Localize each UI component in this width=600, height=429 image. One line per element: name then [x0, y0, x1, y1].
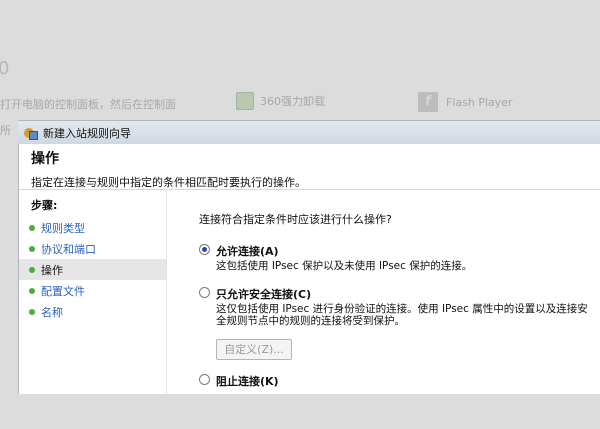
option-allow-description: 这包括使用 IPsec 保护以及未使用 IPsec 保护的连接。	[216, 260, 473, 272]
step-rule-type[interactable]: 规则类型	[19, 217, 166, 238]
radio-allow[interactable]	[199, 244, 210, 255]
step-label: 规则类型	[41, 221, 85, 235]
steps-panel: 步骤: 规则类型 协议和端口 操作 配置文件 名称	[19, 191, 167, 394]
step-bullet-icon	[29, 308, 35, 315]
step-name[interactable]: 名称	[19, 301, 166, 322]
radio-allow-secure[interactable]	[199, 287, 210, 298]
step-bullet-icon	[29, 224, 35, 231]
option-allow-label[interactable]: 允许连接(A)	[216, 243, 279, 259]
step-bullet-icon	[29, 287, 35, 294]
option-allow-secure-description: 这仅包括使用 IPsec 进行身份验证的连接。使用 IPsec 属性中的设置以及…	[216, 303, 600, 327]
option-allow-secure-label[interactable]: 只允许安全连接(C)	[216, 286, 311, 302]
page-subtitle: 指定在连接与规则中指定的条件相匹配时要执行的操作。	[31, 176, 306, 189]
option-block[interactable]: 阻止连接(K)	[199, 373, 600, 389]
step-bullet-icon	[29, 245, 35, 252]
customize-button[interactable]: 自定义(Z)...	[216, 339, 292, 360]
step-protocol-ports[interactable]: 协议和端口	[19, 238, 166, 259]
window-title: 新建入站规则向导	[43, 126, 131, 140]
firewall-wizard-icon	[24, 126, 38, 140]
background-app-label: Flash Player	[446, 95, 513, 109]
description-line: 这仅包括使用 IPsec 进行身份验证的连接。使用 IPsec 属性中的设置以及…	[216, 303, 588, 315]
option-block-label[interactable]: 阻止连接(K)	[216, 373, 279, 389]
step-label: 操作	[41, 263, 63, 277]
action-content: 连接符合指定条件时应该进行什么操作? 允许连接(A) 这包括使用 IPsec 保…	[199, 211, 600, 389]
background-app-360: 360强力卸载	[236, 92, 325, 110]
window-titlebar[interactable]: 新建入站规则向导	[18, 120, 600, 144]
background-app-label: 360强力卸载	[260, 95, 325, 108]
option-allow-secure[interactable]: 只允许安全连接(C)	[199, 286, 600, 302]
step-label: 协议和端口	[41, 242, 96, 256]
background-text: 打开电脑的控制面板，然后在控制面	[0, 98, 176, 111]
wizard-header: 操作 指定在连接与规则中指定的条件相匹配时要执行的操作。	[19, 144, 600, 190]
flash-icon: f	[418, 92, 438, 112]
step-profile[interactable]: 配置文件	[19, 280, 166, 301]
background-app-flash: f Flash Player	[418, 92, 513, 112]
step-label: 名称	[41, 305, 63, 319]
background-text: 所	[0, 124, 11, 137]
steps-heading: 步骤:	[31, 199, 58, 212]
action-question: 连接符合指定条件时应该进行什么操作?	[199, 213, 392, 226]
step-action[interactable]: 操作	[19, 259, 166, 280]
wizard-window: 操作 指定在连接与规则中指定的条件相匹配时要执行的操作。 步骤: 规则类型 协议…	[18, 144, 600, 394]
app-uninstall-icon	[236, 92, 254, 110]
page-title: 操作	[31, 151, 59, 167]
step-label: 配置文件	[41, 284, 85, 298]
description-line: 全规则节点中的规则的连接将受到保护。	[216, 315, 405, 327]
option-allow[interactable]: 允许连接(A)	[199, 243, 600, 259]
step-bullet-icon	[29, 266, 35, 273]
radio-block[interactable]	[199, 374, 210, 385]
background-glyph: 0	[0, 58, 10, 79]
